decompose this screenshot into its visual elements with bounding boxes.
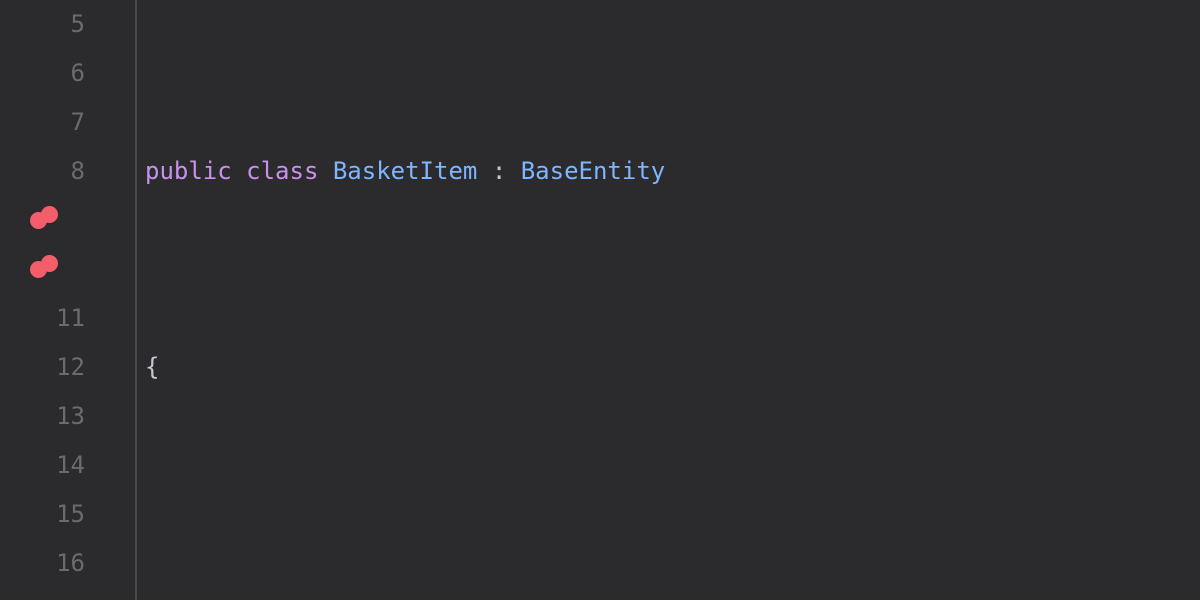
gutter-line[interactable]: 16 <box>0 539 135 588</box>
line-number: 8 <box>71 147 85 196</box>
breakpoint-icon[interactable] <box>30 261 58 278</box>
indent-ruler <box>135 0 137 600</box>
gutter-line[interactable]: 7 <box>0 98 135 147</box>
code-line[interactable]: { <box>145 343 1200 392</box>
gutter-line[interactable]: 6 <box>0 49 135 98</box>
line-number: 15 <box>56 490 85 539</box>
line-number: 6 <box>71 49 85 98</box>
line-number: 7 <box>71 98 85 147</box>
line-number: 12 <box>56 343 85 392</box>
gutter-line[interactable]: 11 <box>0 294 135 343</box>
punct: { <box>145 343 159 392</box>
code-area[interactable]: public class BasketItem : BaseEntity { p… <box>135 0 1200 600</box>
gutter-line[interactable]: 13 <box>0 392 135 441</box>
gutter-line[interactable]: 8 <box>0 147 135 196</box>
punct: : <box>492 147 506 196</box>
line-number: 14 <box>56 441 85 490</box>
code-editor[interactable]: 5 6 7 8 11 12 13 14 15 16 public class B… <box>0 0 1200 600</box>
line-number: 5 <box>71 0 85 49</box>
gutter-line[interactable]: 12 <box>0 343 135 392</box>
keyword: class <box>246 147 318 196</box>
gutter-line[interactable] <box>0 245 135 294</box>
line-number: 16 <box>56 539 85 588</box>
type-name: BaseEntity <box>521 147 666 196</box>
gutter-line[interactable]: 14 <box>0 441 135 490</box>
line-number: 13 <box>56 392 85 441</box>
code-line[interactable]: public class BasketItem : BaseEntity <box>145 147 1200 196</box>
gutter[interactable]: 5 6 7 8 11 12 13 14 15 16 <box>0 0 135 600</box>
gutter-line[interactable] <box>0 196 135 245</box>
code-line[interactable] <box>145 539 1200 588</box>
keyword: public <box>145 147 232 196</box>
breakpoint-icon[interactable] <box>30 212 58 229</box>
gutter-line[interactable]: 15 <box>0 490 135 539</box>
line-number: 11 <box>56 294 85 343</box>
type-name: BasketItem <box>333 147 478 196</box>
gutter-line[interactable]: 5 <box>0 0 135 49</box>
